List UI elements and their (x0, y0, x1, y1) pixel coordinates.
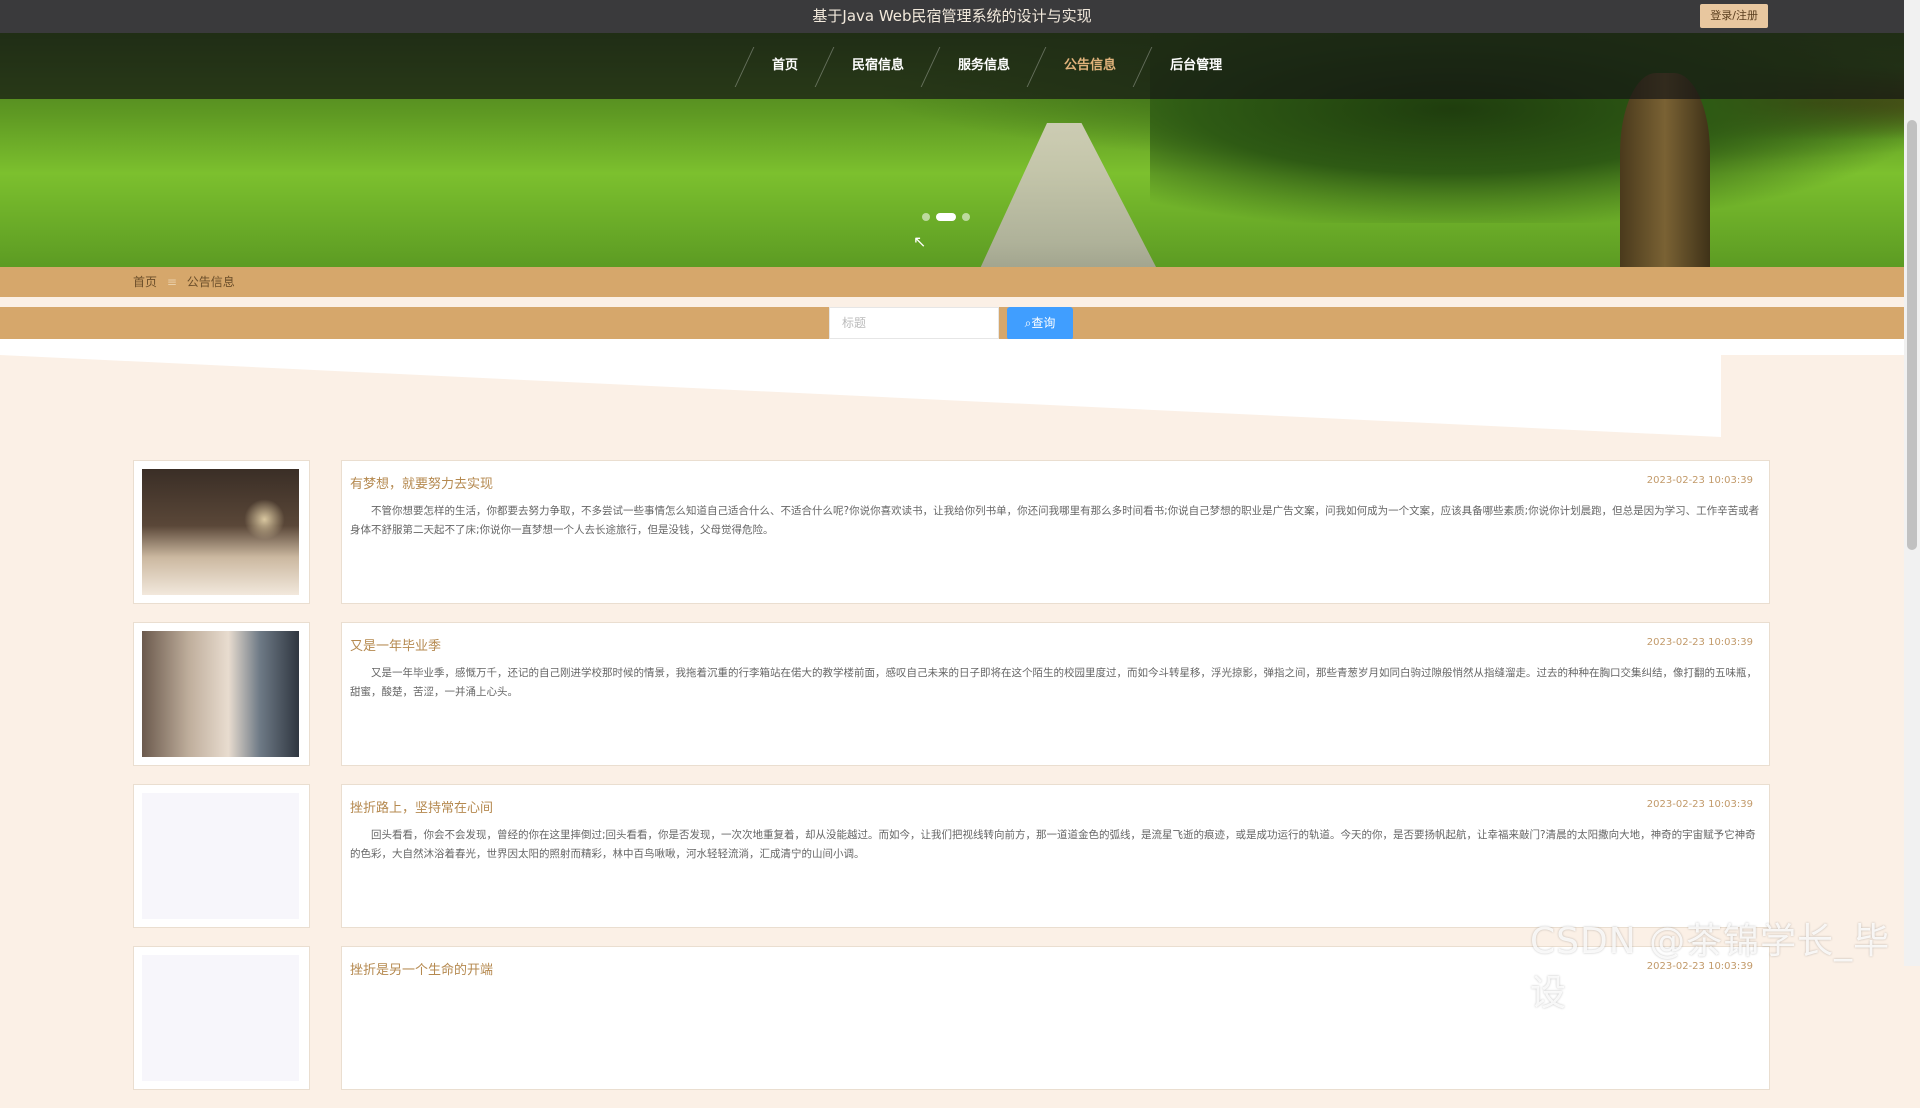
login-register-button[interactable]: 登录/注册 (1700, 4, 1768, 28)
room-image (142, 631, 299, 757)
list-item[interactable]: 挫折是另一个生命的开端 2023-02-23 10:03:39 (133, 946, 1770, 1090)
announcement-desc: 不管你想要怎样的生活，你都要去努力争取，不多尝试一些事情怎么知道自己适合什么、不… (350, 505, 1760, 536)
search-button-label: 查询 (1031, 316, 1056, 330)
nav-item-service[interactable]: 服务信息 (926, 33, 1032, 99)
decorative-wedge (0, 355, 1721, 437)
breadcrumb-current: 公告信息 (186, 275, 235, 289)
breadcrumb-separator-icon: ≡ (166, 275, 177, 289)
main-nav: 首页 民宿信息 服务信息 公告信息 后台管理 (0, 33, 1904, 99)
list-item[interactable]: 挫折路上，坚持常在心间 2023-02-23 10:03:39 回头看看，你会不… (133, 784, 1770, 928)
announcement-desc: 又是一年毕业季，感慨万千，还记的自己刚进学校那时候的情景，我拖着沉重的行李箱站在… (350, 667, 1757, 698)
breadcrumb-home[interactable]: 首页 (133, 275, 157, 289)
image-placeholder (142, 793, 299, 919)
decorative-band (0, 339, 1904, 355)
announcement-title[interactable]: 又是一年毕业季 (350, 635, 1761, 654)
image-placeholder (142, 955, 299, 1081)
breadcrumb: 首页 ≡ 公告信息 (0, 267, 1904, 297)
watermark: CSDN @茶锦学长_毕设 (1530, 921, 1891, 1014)
announcement-thumbnail[interactable] (133, 784, 310, 928)
announcement-time: 2023-02-23 10:03:39 (1646, 475, 1753, 486)
scrollbar-thumb[interactable] (1907, 120, 1917, 550)
list-item[interactable]: 又是一年毕业季 2023-02-23 10:03:39 又是一年毕业季，感慨万千… (133, 622, 1770, 766)
announcement-thumbnail[interactable] (133, 460, 310, 604)
announcement-card[interactable]: 又是一年毕业季 2023-02-23 10:03:39 又是一年毕业季，感慨万千… (341, 622, 1770, 766)
mouse-pointer-icon: ↖ (913, 232, 927, 251)
announcement-card[interactable]: 挫折路上，坚持常在心间 2023-02-23 10:03:39 回头看看，你会不… (341, 784, 1770, 928)
carousel-dot[interactable] (922, 213, 930, 221)
nav-item-announcement[interactable]: 公告信息 (1032, 33, 1138, 99)
announcement-time: 2023-02-23 10:03:39 (1646, 799, 1753, 810)
announcement-title[interactable]: 有梦想，就要努力去实现 (350, 473, 1761, 492)
announcement-time: 2023-02-23 10:03:39 (1646, 637, 1753, 648)
announcement-card[interactable]: 有梦想，就要努力去实现 2023-02-23 10:03:39 不管你想要怎样的… (341, 460, 1770, 604)
page-scrollbar[interactable] (1904, 0, 1920, 966)
site-title: 基于Java Web民宿管理系统的设计与实现 (812, 7, 1092, 25)
list-item[interactable]: 有梦想，就要努力去实现 2023-02-23 10:03:39 不管你想要怎样的… (133, 460, 1770, 604)
search-input[interactable] (829, 307, 999, 339)
room-image (142, 469, 299, 595)
carousel-dot[interactable] (962, 213, 970, 221)
carousel-indicators (922, 213, 970, 221)
announcement-thumbnail[interactable] (133, 946, 310, 1090)
banner-tree-trunk (1620, 73, 1710, 267)
nav-item-homestay[interactable]: 民宿信息 (820, 33, 926, 99)
nav-item-admin[interactable]: 后台管理 (1138, 33, 1244, 99)
announcement-thumbnail[interactable] (133, 622, 310, 766)
announcement-title[interactable]: 挫折路上，坚持常在心间 (350, 797, 1761, 816)
nav-item-home[interactable]: 首页 (740, 33, 820, 99)
announcement-desc: 回头看看，你会不会发现，曾经的你在这里摔倒过;回头看看，你是否发现，一次次地重复… (350, 829, 1756, 860)
announcement-list: 有梦想，就要努力去实现 2023-02-23 10:03:39 不管你想要怎样的… (133, 460, 1770, 1108)
top-bar: 基于Java Web民宿管理系统的设计与实现 登录/注册 (0, 0, 1904, 33)
carousel-dot-active[interactable] (936, 213, 956, 221)
search-button[interactable]: ⌕查询 (1007, 307, 1073, 340)
